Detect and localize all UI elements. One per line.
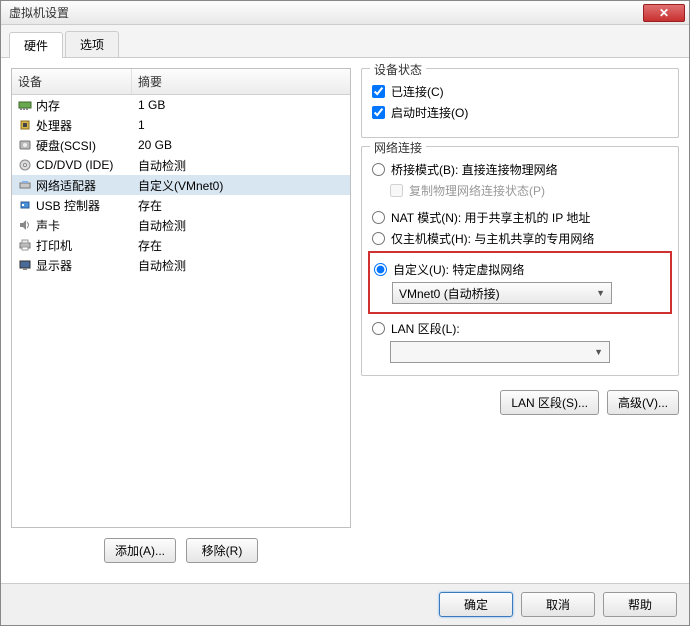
settings-window: 虚拟机设置 ✕ 硬件 选项 设备 摘要 内存1 GB处理器1硬盘(SCSI)20… xyxy=(0,0,690,626)
tabs: 硬件 选项 xyxy=(1,25,689,58)
close-button[interactable]: ✕ xyxy=(643,4,685,22)
tab-hardware[interactable]: 硬件 xyxy=(9,32,63,58)
hostonly-label: 仅主机模式(H): 与主机共享的专用网络 xyxy=(391,230,594,247)
device-name: CD/DVD (IDE) xyxy=(36,158,132,172)
connected-checkbox[interactable] xyxy=(372,85,385,98)
chevron-down-icon: ▼ xyxy=(594,347,603,357)
list-row[interactable]: CD/DVD (IDE)自动检测 xyxy=(12,155,350,175)
window-title: 虚拟机设置 xyxy=(5,4,643,21)
close-icon: ✕ xyxy=(659,6,669,20)
device-summary: 存在 xyxy=(132,197,350,214)
custom-network-dropdown[interactable]: VMnet0 (自动桥接) ▼ xyxy=(392,282,612,304)
poweron-checkbox[interactable] xyxy=(372,106,385,119)
device-name: 显示器 xyxy=(36,257,132,274)
help-button[interactable]: 帮助 xyxy=(603,592,677,617)
bridged-radio-row[interactable]: 桥接模式(B): 直接连接物理网络 xyxy=(372,161,668,178)
memory-icon xyxy=(16,97,34,113)
add-button[interactable]: 添加(A)... xyxy=(104,538,176,563)
list-row[interactable]: 打印机存在 xyxy=(12,235,350,255)
device-name: USB 控制器 xyxy=(36,197,132,214)
cancel-button[interactable]: 取消 xyxy=(521,592,595,617)
device-summary: 自动检测 xyxy=(132,217,350,234)
device-summary: 1 GB xyxy=(132,98,350,112)
device-name: 硬盘(SCSI) xyxy=(36,137,132,154)
bridged-label: 桥接模式(B): 直接连接物理网络 xyxy=(391,161,558,178)
poweron-checkbox-row[interactable]: 启动时连接(O) xyxy=(372,104,668,121)
col-header-summary: 摘要 xyxy=(132,69,350,94)
ok-button[interactable]: 确定 xyxy=(439,592,513,617)
lan-radio[interactable] xyxy=(372,322,385,335)
left-panel: 设备 摘要 内存1 GB处理器1硬盘(SCSI)20 GBCD/DVD (IDE… xyxy=(11,68,351,573)
custom-highlight: 自定义(U): 特定虚拟网络 VMnet0 (自动桥接) ▼ xyxy=(368,251,672,314)
nat-radio[interactable] xyxy=(372,211,385,224)
custom-radio[interactable] xyxy=(374,263,387,276)
tab-options[interactable]: 选项 xyxy=(65,31,119,57)
poweron-label: 启动时连接(O) xyxy=(391,104,468,121)
list-row[interactable]: 处理器1 xyxy=(12,115,350,135)
custom-radio-row[interactable]: 自定义(U): 特定虚拟网络 xyxy=(374,261,664,278)
lan-segment-dropdown: ▼ xyxy=(390,341,610,363)
device-summary: 20 GB xyxy=(132,138,350,152)
list-row[interactable]: USB 控制器存在 xyxy=(12,195,350,215)
remove-button[interactable]: 移除(R) xyxy=(186,538,258,563)
content: 设备 摘要 内存1 GB处理器1硬盘(SCSI)20 GBCD/DVD (IDE… xyxy=(1,58,689,583)
device-summary: 存在 xyxy=(132,237,350,254)
lan-radio-row[interactable]: LAN 区段(L): xyxy=(372,320,668,337)
network-connection-title: 网络连接 xyxy=(370,139,426,156)
display-icon xyxy=(16,257,34,273)
advanced-button[interactable]: 高级(V)... xyxy=(607,390,679,415)
network-connection-group: 网络连接 桥接模式(B): 直接连接物理网络 复制物理网络连接状态(P) NAT… xyxy=(361,146,679,376)
device-summary: 自动检测 xyxy=(132,157,350,174)
list-row[interactable]: 显示器自动检测 xyxy=(12,255,350,275)
device-name: 网络适配器 xyxy=(36,177,132,194)
device-list: 设备 摘要 内存1 GB处理器1硬盘(SCSI)20 GBCD/DVD (IDE… xyxy=(11,68,351,528)
device-name: 处理器 xyxy=(36,117,132,134)
list-row[interactable]: 声卡自动检测 xyxy=(12,215,350,235)
col-header-device: 设备 xyxy=(12,69,132,94)
device-summary: 自定义(VMnet0) xyxy=(132,177,350,194)
replicate-checkbox xyxy=(390,184,403,197)
hostonly-radio-row[interactable]: 仅主机模式(H): 与主机共享的专用网络 xyxy=(372,230,668,247)
titlebar: 虚拟机设置 ✕ xyxy=(1,1,689,25)
cd-icon xyxy=(16,157,34,173)
custom-label: 自定义(U): 特定虚拟网络 xyxy=(393,261,524,278)
lan-segments-button[interactable]: LAN 区段(S)... xyxy=(500,390,599,415)
bridged-radio[interactable] xyxy=(372,163,385,176)
list-header: 设备 摘要 xyxy=(12,69,350,95)
device-summary: 1 xyxy=(132,118,350,132)
chevron-down-icon: ▼ xyxy=(596,288,605,298)
nat-radio-row[interactable]: NAT 模式(N): 用于共享主机的 IP 地址 xyxy=(372,209,668,226)
printer-icon xyxy=(16,237,34,253)
connected-label: 已连接(C) xyxy=(391,83,444,100)
list-body: 内存1 GB处理器1硬盘(SCSI)20 GBCD/DVD (IDE)自动检测网… xyxy=(12,95,350,275)
net-icon xyxy=(16,177,34,193)
footer: 确定 取消 帮助 xyxy=(1,583,689,625)
list-row[interactable]: 内存1 GB xyxy=(12,95,350,115)
device-status-group: 设备状态 已连接(C) 启动时连接(O) xyxy=(361,68,679,138)
nat-label: NAT 模式(N): 用于共享主机的 IP 地址 xyxy=(391,209,590,226)
disk-icon xyxy=(16,137,34,153)
hostonly-radio[interactable] xyxy=(372,232,385,245)
replicate-checkbox-row: 复制物理网络连接状态(P) xyxy=(390,182,668,199)
custom-network-value: VMnet0 (自动桥接) xyxy=(399,285,500,302)
device-summary: 自动检测 xyxy=(132,257,350,274)
device-name: 打印机 xyxy=(36,237,132,254)
device-status-title: 设备状态 xyxy=(370,61,426,78)
right-buttons: LAN 区段(S)... 高级(V)... xyxy=(361,384,679,415)
replicate-label: 复制物理网络连接状态(P) xyxy=(409,182,545,199)
usb-icon xyxy=(16,197,34,213)
device-name: 声卡 xyxy=(36,217,132,234)
list-row[interactable]: 网络适配器自定义(VMnet0) xyxy=(12,175,350,195)
right-panel: 设备状态 已连接(C) 启动时连接(O) 网络连接 桥接模式(B): 直接连接物… xyxy=(361,68,679,573)
left-buttons: 添加(A)... 移除(R) xyxy=(11,528,351,573)
cpu-icon xyxy=(16,117,34,133)
device-name: 内存 xyxy=(36,97,132,114)
sound-icon xyxy=(16,217,34,233)
lan-label: LAN 区段(L): xyxy=(391,320,460,337)
list-row[interactable]: 硬盘(SCSI)20 GB xyxy=(12,135,350,155)
connected-checkbox-row[interactable]: 已连接(C) xyxy=(372,83,668,100)
